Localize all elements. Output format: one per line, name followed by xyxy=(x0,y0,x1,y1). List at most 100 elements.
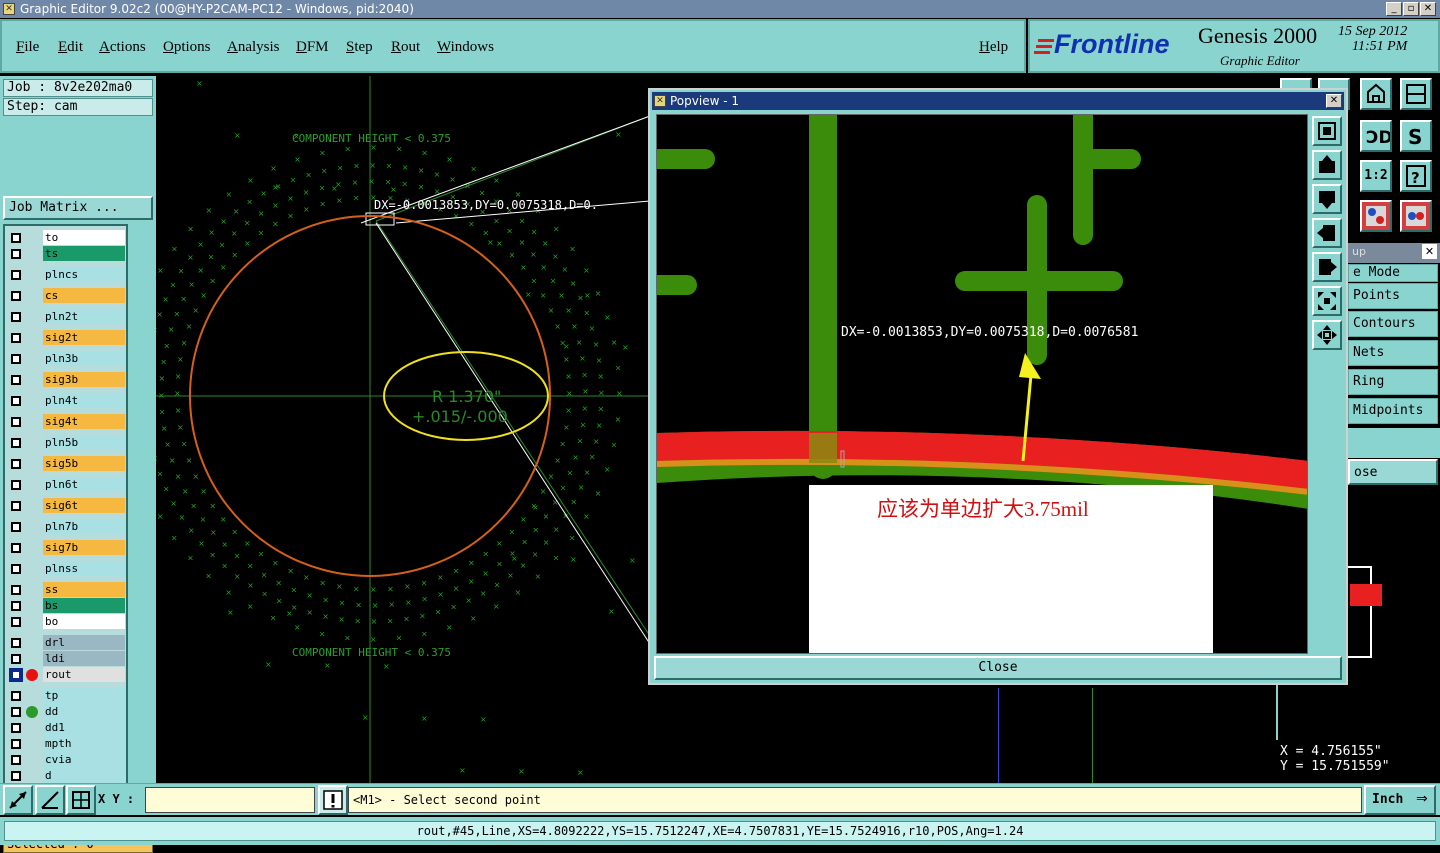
layer-name[interactable]: to xyxy=(43,230,125,245)
layer-checkbox[interactable] xyxy=(11,354,21,364)
pv-shrink-button[interactable] xyxy=(1312,320,1342,350)
layer-row-rout[interactable]: rout xyxy=(7,667,125,683)
layer-name[interactable]: pln6t xyxy=(43,477,125,492)
layer-name[interactable]: dd xyxy=(43,704,125,719)
pv-pan-right-button[interactable] xyxy=(1312,252,1342,282)
snap-contours-option[interactable]: Contours xyxy=(1348,311,1438,337)
xy-input[interactable] xyxy=(145,787,315,813)
layer-name[interactable]: tp xyxy=(43,688,125,703)
layer-checkbox[interactable] xyxy=(11,691,21,701)
query-button[interactable]: ? xyxy=(1400,160,1432,192)
layer-name[interactable]: pln3b xyxy=(43,351,125,366)
layer-row-pln4t[interactable]: pln4t xyxy=(7,393,125,409)
pv-zoom-in-button[interactable] xyxy=(1312,150,1342,180)
layer-checkbox[interactable] xyxy=(11,291,21,301)
layer-overlay-button[interactable] xyxy=(1400,200,1432,232)
graphic-canvas[interactable]: × × × × × × × × × × × × × × × × × × × × × × × × × × × × × × × × × × × × × × × ×… xyxy=(156,76,650,783)
snap-points-option[interactable]: Points xyxy=(1348,283,1438,309)
layer-name[interactable]: rout xyxy=(43,667,125,682)
layer-checkbox[interactable] xyxy=(11,723,21,733)
layer-name[interactable]: sig3b xyxy=(43,372,125,387)
layer-checkbox[interactable] xyxy=(9,668,23,682)
layer-row-pln7b[interactable]: pln7b xyxy=(7,519,125,535)
pv-fit-button[interactable] xyxy=(1312,116,1342,146)
layer-row-bo[interactable]: bo xyxy=(7,614,125,630)
layer-checkbox[interactable] xyxy=(11,638,21,648)
layer-row-to[interactable]: to xyxy=(7,230,125,246)
home-view-button[interactable] xyxy=(1360,78,1392,110)
minimize-button[interactable]: _ xyxy=(1386,2,1402,16)
popview-close-icon[interactable]: ✕ xyxy=(1326,94,1342,108)
layer-checkbox[interactable] xyxy=(11,755,21,765)
layer-name[interactable]: plnss xyxy=(43,561,125,576)
layer-checkbox[interactable] xyxy=(11,501,21,511)
layer-row-bs[interactable]: bs xyxy=(7,598,125,614)
snap-midpoints-option[interactable]: Midpoints xyxy=(1348,398,1438,424)
maximize-button[interactable]: ▫ xyxy=(1403,2,1419,16)
layer-row-dd1[interactable]: dd1 xyxy=(7,720,125,736)
layer-row-drl[interactable]: drl xyxy=(7,635,125,651)
layer-name[interactable]: ts xyxy=(43,246,125,261)
layer-name[interactable]: cs xyxy=(43,288,125,303)
layer-name[interactable]: sig2t xyxy=(43,330,125,345)
layer-checkbox[interactable] xyxy=(11,522,21,532)
layer-checkbox[interactable] xyxy=(11,438,21,448)
layer-name[interactable]: drl xyxy=(43,635,125,650)
rotate-view-button[interactable]: S xyxy=(1400,120,1432,152)
menu-windows[interactable]: Windows xyxy=(437,39,494,56)
layer-row-ldi[interactable]: ldi xyxy=(7,651,125,667)
layer-name[interactable]: ldi xyxy=(43,651,125,666)
layer-row-sig6t[interactable]: sig6t xyxy=(7,498,125,514)
layer-checkbox[interactable] xyxy=(11,480,21,490)
grid-tool-button[interactable] xyxy=(66,785,96,815)
snap-ring-option[interactable]: Ring xyxy=(1348,369,1438,395)
popview-title-bar[interactable]: ✕ Popview - 1 xyxy=(652,92,1344,110)
layer-checkbox[interactable] xyxy=(11,396,21,406)
menu-help[interactable]: Help xyxy=(979,39,1008,56)
layer-checkbox[interactable] xyxy=(11,459,21,469)
menu-analysis[interactable]: Analysis xyxy=(227,39,280,56)
layer-checkbox[interactable] xyxy=(11,333,21,343)
layer-row-pln6t[interactable]: pln6t xyxy=(7,477,125,493)
pv-pan-left-button[interactable] xyxy=(1312,218,1342,248)
layer-name[interactable]: pln5b xyxy=(43,435,125,450)
layer-row-sig7b[interactable]: sig7b xyxy=(7,540,125,556)
layer-checkbox[interactable] xyxy=(11,233,21,243)
mirror-view-button[interactable]: ƆD xyxy=(1360,120,1393,152)
layer-checkbox[interactable] xyxy=(11,249,21,259)
menu-edit[interactable]: Edit xyxy=(58,39,83,56)
snap-close-button[interactable]: ose xyxy=(1348,459,1438,485)
layer-name[interactable]: sig6t xyxy=(43,498,125,513)
snap-tool-button[interactable] xyxy=(35,785,65,815)
layer-checkbox[interactable] xyxy=(11,564,21,574)
menu-actions[interactable]: Actions xyxy=(99,39,146,56)
layer-row-ts[interactable]: ts xyxy=(7,246,125,262)
menu-rout[interactable]: Rout xyxy=(391,39,420,56)
layer-checkbox[interactable] xyxy=(11,739,21,749)
layer-name[interactable]: d xyxy=(43,768,125,783)
layer-row-pln2t[interactable]: pln2t xyxy=(7,309,125,325)
layer-checkbox[interactable] xyxy=(11,585,21,595)
pv-expand-button[interactable] xyxy=(1312,286,1342,316)
layer-row-tp[interactable]: tp xyxy=(7,688,125,704)
alert-button[interactable] xyxy=(318,785,348,815)
layer-row-cs[interactable]: cs xyxy=(7,288,125,304)
job-matrix-button[interactable]: Job Matrix ... xyxy=(3,196,153,220)
layer-row-sig3b[interactable]: sig3b xyxy=(7,372,125,388)
layer-checkbox[interactable] xyxy=(11,417,21,427)
layer-name[interactable]: cvia xyxy=(43,752,125,767)
layer-row-plnss[interactable]: plnss xyxy=(7,561,125,577)
layer-row-d[interactable]: d xyxy=(7,768,125,784)
pv-zoom-out-button[interactable] xyxy=(1312,184,1342,214)
layer-name[interactable]: sig4t xyxy=(43,414,125,429)
layer-name[interactable]: pln4t xyxy=(43,393,125,408)
snap-nets-option[interactable]: Nets xyxy=(1348,340,1438,366)
layer-row-dd[interactable]: dd xyxy=(7,704,125,720)
layer-checkbox[interactable] xyxy=(11,771,21,781)
layer-name[interactable]: mpth xyxy=(43,736,125,751)
menu-options[interactable]: Options xyxy=(163,39,211,56)
layer-name[interactable]: bs xyxy=(43,598,125,613)
layer-row-ss[interactable]: ss xyxy=(7,582,125,598)
layer-row-sig2t[interactable]: sig2t xyxy=(7,330,125,346)
layer-checkbox[interactable] xyxy=(11,270,21,280)
